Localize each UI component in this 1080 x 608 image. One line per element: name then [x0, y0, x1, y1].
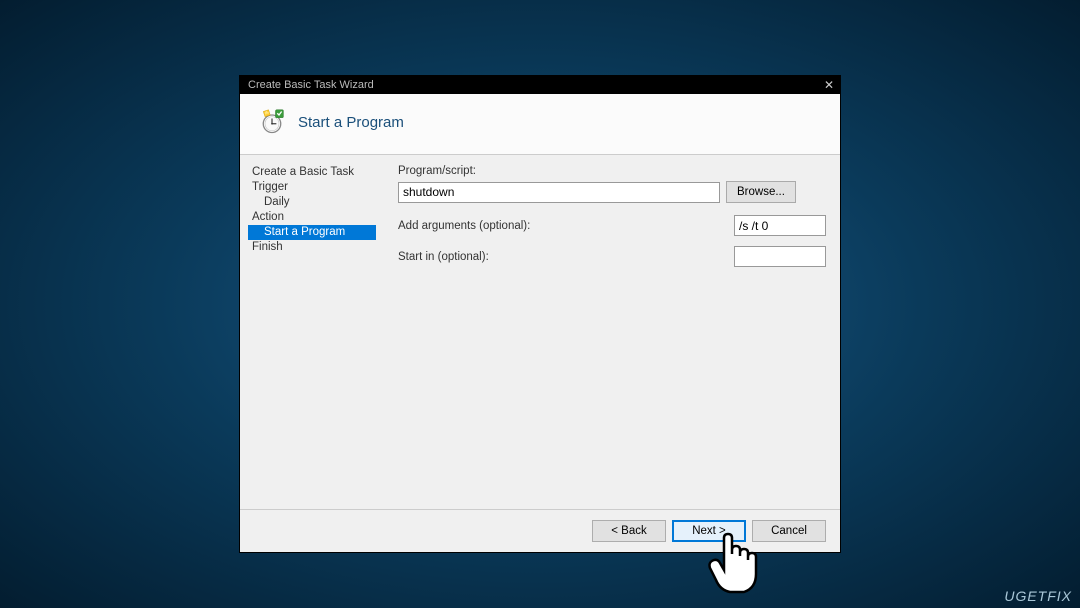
titlebar: Create Basic Task Wizard ✕: [240, 76, 840, 94]
watermark: UGETFIX: [1004, 588, 1072, 604]
arguments-row: Add arguments (optional):: [398, 215, 826, 236]
cancel-button[interactable]: Cancel: [752, 520, 826, 542]
sidebar-step[interactable]: Create a Basic Task: [248, 165, 378, 180]
back-button[interactable]: < Back: [592, 520, 666, 542]
content-panel: Program/script: Browse... Add arguments …: [378, 155, 840, 509]
close-icon[interactable]: ✕: [824, 78, 834, 92]
startin-label: Start in (optional):: [398, 251, 734, 263]
startin-row: Start in (optional):: [398, 246, 826, 267]
sidebar-step[interactable]: Action: [248, 210, 378, 225]
wizard-header: Start a Program: [240, 94, 840, 155]
program-row: Browse...: [398, 181, 826, 203]
program-script-input[interactable]: [398, 182, 720, 203]
wizard-body: Create a Basic TaskTriggerDailyActionSta…: [240, 155, 840, 509]
arguments-input[interactable]: [734, 215, 826, 236]
sidebar-step[interactable]: Daily: [248, 195, 378, 210]
startin-input[interactable]: [734, 246, 826, 267]
sidebar-step[interactable]: Trigger: [248, 180, 378, 195]
page-title: Start a Program: [298, 114, 404, 131]
program-script-label: Program/script:: [398, 165, 826, 177]
wizard-footer: < Back Next > Cancel: [240, 509, 840, 552]
sidebar-step[interactable]: Finish: [248, 240, 378, 255]
window-title: Create Basic Task Wizard: [248, 79, 374, 91]
arguments-label: Add arguments (optional):: [398, 220, 734, 232]
sidebar-step[interactable]: Start a Program: [248, 225, 376, 240]
clock-task-icon: [258, 108, 286, 136]
browse-button[interactable]: Browse...: [726, 181, 796, 203]
next-button[interactable]: Next >: [672, 520, 746, 542]
wizard-window: Create Basic Task Wizard ✕ Start a Progr…: [239, 75, 841, 553]
steps-sidebar: Create a Basic TaskTriggerDailyActionSta…: [240, 155, 378, 509]
